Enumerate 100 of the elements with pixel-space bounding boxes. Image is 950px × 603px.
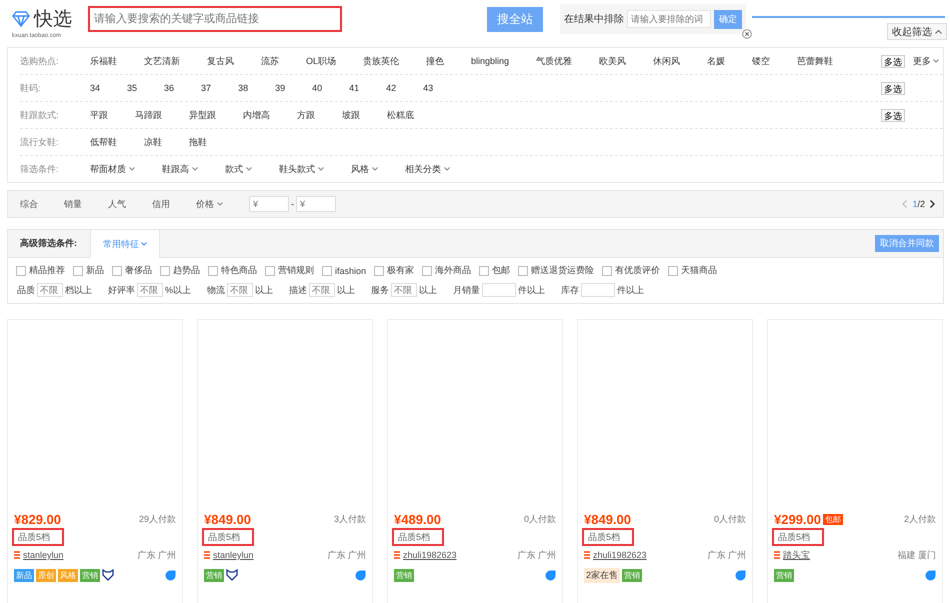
shop-link[interactable]: stanleylun bbox=[23, 550, 64, 560]
filter-dropdown[interactable]: 相关分类 bbox=[405, 162, 450, 176]
filter-dropdown[interactable]: 鞋跟高 bbox=[162, 162, 198, 176]
filter-option[interactable]: 镂空 bbox=[752, 54, 770, 68]
filter-option[interactable]: 平跟 bbox=[90, 108, 108, 122]
checkbox[interactable] bbox=[265, 266, 275, 276]
filter-option[interactable]: 撞色 bbox=[426, 54, 444, 68]
filter-dropdown[interactable]: 款式 bbox=[225, 162, 252, 176]
filter-option[interactable]: blingbling bbox=[471, 54, 510, 68]
range-field[interactable] bbox=[482, 283, 516, 297]
filter-option[interactable]: 36 bbox=[164, 83, 174, 93]
sort-option[interactable]: 信用 bbox=[152, 198, 170, 210]
range-label: 物流 bbox=[207, 284, 226, 296]
shop-link[interactable]: zhuli1982623 bbox=[403, 550, 457, 560]
filter-option[interactable]: 坡跟 bbox=[342, 108, 360, 122]
range-field[interactable] bbox=[581, 283, 616, 297]
filter-option[interactable]: 异型跟 bbox=[189, 108, 216, 122]
filter-option[interactable]: 38 bbox=[238, 83, 248, 93]
filter-option[interactable]: 39 bbox=[275, 83, 286, 93]
caret-icon bbox=[141, 242, 147, 246]
filter-option[interactable]: 马蹄跟 bbox=[135, 108, 162, 122]
product-card[interactable]: ¥829.00 29人付款 品质5档 stanleylun 广东 广州 新品 原创 风格 营销 bbox=[7, 319, 183, 603]
filter-option[interactable]: 休闲风 bbox=[653, 54, 680, 68]
range-field[interactable]: 不限 bbox=[391, 283, 418, 297]
product-card[interactable]: ¥849.00 0人付款 品质5档 zhuli1982623 广东 广州 2家在售 营销 bbox=[577, 319, 753, 603]
product-card[interactable]: ¥299.00 包邮 2人付款 品质5档 踏头宝 福建 厦门 营销 bbox=[767, 319, 943, 603]
product-card[interactable]: ¥849.00 3人付款 品质5档 stanleylun 广东 广州 营销 bbox=[197, 319, 373, 603]
filter-dropdown[interactable]: 风格 bbox=[351, 162, 378, 176]
checkbox[interactable] bbox=[73, 266, 83, 276]
checkbox[interactable] bbox=[518, 266, 528, 276]
filter-option[interactable]: 42 bbox=[386, 83, 396, 93]
sort-option[interactable]: 综合 bbox=[20, 198, 38, 210]
multi-select-button[interactable]: 多选 bbox=[881, 108, 905, 122]
checkbox[interactable] bbox=[422, 266, 432, 276]
multi-select-button[interactable]: 多选 bbox=[881, 82, 905, 94]
filter-option[interactable]: 43 bbox=[423, 83, 434, 93]
filter-option[interactable]: 40 bbox=[312, 83, 322, 93]
filter-option[interactable]: 松糕底 bbox=[387, 108, 414, 122]
caret-icon bbox=[933, 59, 939, 63]
filter-option[interactable]: 34 bbox=[90, 83, 100, 93]
checkbox[interactable] bbox=[668, 266, 678, 276]
range-field[interactable]: 不限 bbox=[227, 283, 254, 297]
filter-option[interactable]: 内增高 bbox=[243, 108, 270, 122]
product-card[interactable]: ¥489.00 0人付款 品质5档 zhuli1982623 广东 广州 营销 bbox=[387, 319, 563, 603]
filter-option[interactable]: 35 bbox=[127, 83, 138, 93]
filter-option[interactable]: 拖鞋 bbox=[189, 136, 207, 148]
checkbox[interactable] bbox=[112, 266, 122, 276]
checkbox[interactable] bbox=[374, 266, 384, 276]
checkbox[interactable] bbox=[208, 266, 218, 276]
filter-option[interactable]: 凉鞋 bbox=[144, 136, 162, 148]
filter-option[interactable]: 名媛 bbox=[707, 54, 726, 68]
sort-option[interactable]: 销量 bbox=[64, 198, 82, 210]
filter-option[interactable]: 文艺清新 bbox=[144, 54, 180, 68]
caret-icon bbox=[192, 167, 198, 171]
search-field[interactable]: 请输入要搜索的关键字或商品链接 bbox=[88, 6, 342, 32]
price: ¥849.00 bbox=[584, 512, 631, 526]
filter-option[interactable]: OL职场 bbox=[306, 54, 336, 68]
filter-option[interactable]: 方跟 bbox=[297, 108, 315, 122]
filter-option[interactable]: 流苏 bbox=[261, 54, 279, 68]
price-to-field[interactable]: ¥ bbox=[296, 196, 336, 212]
shop-link[interactable]: 踏头宝 bbox=[783, 548, 810, 562]
filter-dropdown[interactable]: 帮面材质 bbox=[90, 162, 135, 176]
diamond-icon bbox=[12, 11, 30, 27]
chat-bubble-icon[interactable] bbox=[355, 570, 366, 580]
sort-option[interactable]: 价格 bbox=[196, 198, 223, 210]
shop-link[interactable]: stanleylun bbox=[213, 550, 254, 560]
checkbox-label: 极有家 bbox=[387, 264, 414, 277]
filter-option[interactable]: 复古风 bbox=[207, 54, 234, 68]
multi-select-button[interactable]: 多选 bbox=[881, 54, 905, 68]
checkbox[interactable] bbox=[602, 266, 612, 276]
filter-option[interactable]: 欧美风 bbox=[599, 54, 626, 68]
more-link[interactable]: 更多 bbox=[913, 54, 943, 68]
filter-option[interactable]: 贵族英伦 bbox=[363, 54, 400, 68]
chat-bubble-icon[interactable] bbox=[545, 570, 556, 580]
filter-option[interactable]: 气质优雅 bbox=[536, 54, 572, 68]
checkbox-label: 奢侈品 bbox=[125, 264, 152, 277]
checkbox[interactable] bbox=[479, 266, 490, 276]
previous-page-icon[interactable] bbox=[902, 200, 908, 208]
filter-option[interactable]: 41 bbox=[349, 83, 360, 93]
filter-option[interactable]: 低帮鞋 bbox=[90, 136, 117, 148]
close-icon[interactable] bbox=[742, 29, 752, 39]
sort-option[interactable]: 人气 bbox=[108, 198, 126, 210]
range-field[interactable]: 不限 bbox=[137, 283, 163, 297]
filter-option[interactable]: 芭蕾舞鞋 bbox=[797, 54, 834, 68]
chat-bubble-icon[interactable] bbox=[735, 570, 746, 580]
filter-dropdown[interactable]: 鞋头款式 bbox=[279, 162, 324, 176]
chat-bubble-icon[interactable] bbox=[925, 570, 936, 580]
next-page-icon[interactable] bbox=[930, 200, 935, 208]
collapse-filter-button[interactable]: 收起筛选 bbox=[887, 23, 947, 40]
exclude-field[interactable]: 请输入要排除的词 bbox=[627, 10, 711, 28]
range-field[interactable]: 不限 bbox=[37, 283, 63, 297]
range-field[interactable]: 不限 bbox=[309, 283, 336, 297]
checkbox[interactable] bbox=[160, 266, 170, 276]
filter-option[interactable]: 37 bbox=[201, 83, 212, 93]
chat-bubble-icon[interactable] bbox=[165, 570, 176, 580]
shop-link[interactable]: zhuli1982623 bbox=[593, 550, 647, 560]
checkbox[interactable] bbox=[322, 266, 332, 276]
filter-option[interactable]: 乐福鞋 bbox=[90, 54, 117, 68]
price-from-field[interactable]: ¥ bbox=[249, 196, 289, 212]
checkbox[interactable] bbox=[16, 266, 26, 276]
